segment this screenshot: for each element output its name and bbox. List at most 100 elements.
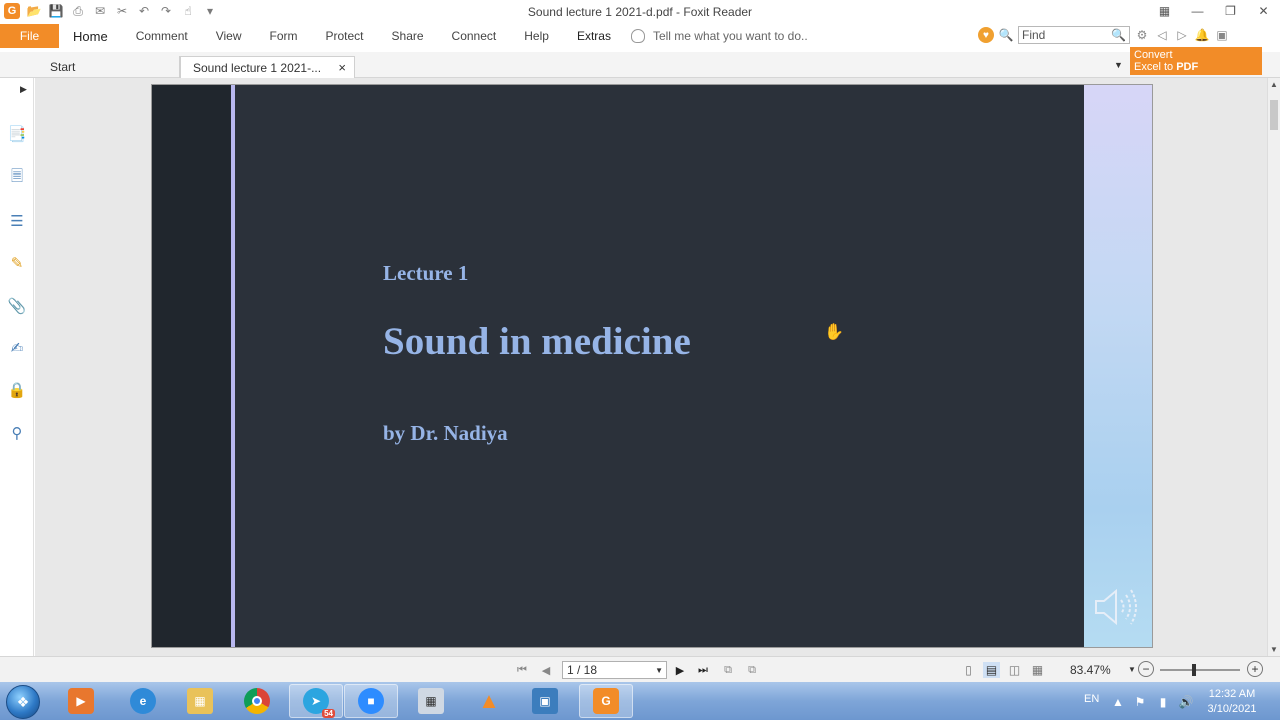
- tab-extras[interactable]: Extras: [563, 24, 625, 48]
- tab-comment[interactable]: Comment: [122, 24, 202, 48]
- tab-current-document[interactable]: Sound lecture 1 2021-... ×: [180, 56, 355, 78]
- volume-icon[interactable]: 🔊: [1178, 694, 1194, 710]
- last-page-icon[interactable]: ⏭: [695, 662, 711, 678]
- comments-icon[interactable]: ✎: [7, 253, 27, 273]
- zoom-level[interactable]: 83.47%: [1070, 663, 1111, 677]
- calculator-app[interactable]: ▦: [404, 684, 458, 718]
- tab-current-label: Sound lecture 1 2021-...: [193, 60, 322, 75]
- slide-left-band: [152, 85, 232, 647]
- promo-line-2: Excel to: [1134, 61, 1177, 73]
- chrome-app[interactable]: [230, 684, 284, 718]
- hand-cursor-icon: ✋: [824, 324, 844, 341]
- next-result-icon[interactable]: ▷: [1174, 27, 1190, 43]
- first-page-icon[interactable]: ⏮: [514, 662, 530, 678]
- next-page-icon[interactable]: ▶: [672, 662, 688, 678]
- tab-form[interactable]: Form: [256, 24, 312, 48]
- find-input[interactable]: Find 🔍: [1018, 26, 1130, 44]
- tab-protect[interactable]: Protect: [312, 24, 378, 48]
- language-indicator[interactable]: EN: [1084, 693, 1099, 705]
- file-explorer-app[interactable]: ▦: [173, 684, 227, 718]
- settings-gear-icon[interactable]: ⚙: [1134, 27, 1150, 43]
- zoom-dropdown-icon[interactable]: ▼: [1128, 665, 1136, 674]
- windows-taskbar: ❖ ▶ e ▦ ➤ 54 ■ ▦ ▲ ▣ G EN ▲ ⚑ ▮ 🔊 12:32 …: [0, 682, 1280, 720]
- file-tab[interactable]: File: [0, 24, 59, 48]
- facing-pages-icon[interactable]: ◫: [1006, 662, 1023, 678]
- security-icon[interactable]: 🔒: [7, 380, 27, 400]
- media-player-app[interactable]: ▶: [54, 684, 108, 718]
- ribbon-right-tools: ♥ 🔍 Find 🔍 ⚙ ◁ ▷ 🔔 ▣: [978, 26, 1230, 44]
- search-icon[interactable]: 🔍: [1111, 28, 1126, 42]
- pdf-page[interactable]: Lecture 1 Sound in medicine by Dr. Nadiy…: [151, 84, 1153, 648]
- slide-subtitle: Lecture 1: [383, 261, 469, 285]
- window-title: Sound lecture 1 2021-d.pdf - Foxit Reade…: [527, 5, 753, 19]
- notification-bell-icon[interactable]: 🔔: [1194, 27, 1210, 43]
- show-hidden-icons-icon[interactable]: ▲: [1110, 694, 1126, 710]
- page-display-modes: ▯ ▤ ◫ ▦: [960, 662, 1046, 678]
- previous-view-icon[interactable]: ⧉: [720, 662, 736, 678]
- vlc-app[interactable]: ▲: [462, 684, 516, 718]
- picture-icon: ▣: [532, 688, 558, 714]
- scroll-up-icon[interactable]: ▲: [1270, 80, 1278, 89]
- tab-view[interactable]: View: [202, 24, 256, 48]
- tell-me-placeholder: Tell me what you want to do..: [652, 29, 808, 43]
- image-viewer-app[interactable]: ▣: [518, 684, 572, 718]
- network-flag-icon[interactable]: ⚑: [1132, 694, 1148, 710]
- convert-excel-promo[interactable]: Convert Excel to PDF: [1130, 47, 1262, 75]
- tab-list-dropdown-icon[interactable]: ▼: [1114, 60, 1123, 70]
- scroll-thumb[interactable]: [1270, 100, 1278, 130]
- digital-id-icon[interactable]: ⚲: [7, 423, 27, 443]
- attachments-icon[interactable]: 📎: [7, 296, 27, 316]
- heart-icon[interactable]: ♥: [978, 27, 994, 43]
- tab-help[interactable]: Help: [510, 24, 563, 48]
- page-dropdown-icon[interactable]: ▼: [655, 666, 663, 675]
- continuous-page-icon[interactable]: ▤: [983, 662, 1000, 678]
- user-account-icon[interactable]: ▣: [1214, 27, 1230, 43]
- document-viewer[interactable]: Lecture 1 Sound in medicine by Dr. Nadiy…: [35, 78, 1267, 656]
- minimize-button[interactable]: —: [1181, 0, 1214, 22]
- page-indicator: 1 / 18: [567, 663, 598, 677]
- signatures-icon[interactable]: ✍: [7, 338, 27, 358]
- start-button[interactable]: ❖: [6, 685, 40, 719]
- vlc-cone-icon: ▲: [478, 688, 500, 713]
- ribbon-display-icon[interactable]: ▦: [1148, 0, 1181, 22]
- previous-page-icon[interactable]: ◀: [538, 662, 554, 678]
- expand-panel-icon[interactable]: ▶: [20, 84, 27, 95]
- calculator-icon: ▦: [418, 688, 444, 714]
- bookmark-icon[interactable]: 📑: [7, 124, 27, 144]
- layers-icon[interactable]: ☰: [7, 211, 27, 231]
- zoom-in-icon[interactable]: +: [1247, 661, 1263, 677]
- foxit-reader-app[interactable]: G: [579, 684, 633, 718]
- close-window-button[interactable]: ✕: [1247, 0, 1280, 22]
- find-options-icon[interactable]: 🔍: [998, 27, 1014, 43]
- zoom-out-icon[interactable]: −: [1138, 661, 1154, 677]
- speaker-icon[interactable]: [1090, 583, 1140, 631]
- tab-home[interactable]: Home: [59, 24, 122, 48]
- tab-connect[interactable]: Connect: [438, 24, 511, 48]
- next-view-icon[interactable]: ⧉: [744, 662, 760, 678]
- tab-share[interactable]: Share: [378, 24, 438, 48]
- system-clock[interactable]: 12:32 AM 3/10/2021: [1200, 687, 1264, 717]
- page-number-input[interactable]: 1 / 18 ▼: [562, 661, 667, 679]
- restore-button[interactable]: ❐: [1214, 0, 1247, 22]
- scroll-down-icon[interactable]: ▼: [1270, 645, 1278, 654]
- zoom-slider-thumb[interactable]: [1191, 664, 1196, 676]
- power-icon[interactable]: ▮: [1155, 694, 1171, 710]
- tab-start[interactable]: Start: [40, 56, 180, 78]
- continuous-facing-icon[interactable]: ▦: [1029, 662, 1046, 678]
- slide-accent-line: [231, 85, 235, 647]
- document-tab-strip: Start Sound lecture 1 2021-... × ▼: [0, 52, 1280, 78]
- previous-result-icon[interactable]: ◁: [1154, 27, 1170, 43]
- promo-pdf: PDF: [1176, 61, 1199, 73]
- telegram-app[interactable]: ➤ 54: [289, 684, 343, 718]
- zoom-app[interactable]: ■: [344, 684, 398, 718]
- lightbulb-icon: [630, 29, 645, 43]
- single-page-icon[interactable]: ▯: [960, 662, 977, 678]
- tell-me-search[interactable]: Tell me what you want to do..: [630, 29, 808, 43]
- internet-explorer-icon: e: [130, 688, 156, 714]
- zoom-slider[interactable]: [1160, 669, 1240, 671]
- close-tab-icon[interactable]: ×: [338, 60, 346, 75]
- media-player-icon: ▶: [68, 688, 94, 714]
- internet-explorer-app[interactable]: e: [116, 684, 170, 718]
- vertical-scrollbar[interactable]: ▲ ▼: [1267, 78, 1280, 656]
- pages-icon[interactable]: 🗏: [7, 168, 27, 188]
